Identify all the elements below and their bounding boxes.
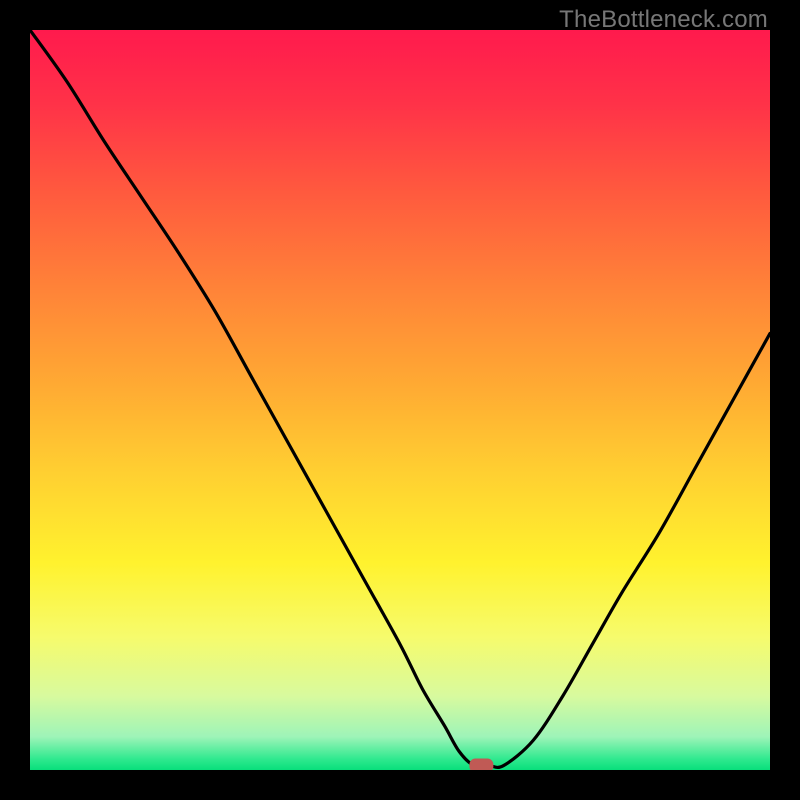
optimal-marker xyxy=(469,759,493,770)
gradient-background xyxy=(30,30,770,770)
bottleneck-chart xyxy=(30,30,770,770)
chart-frame: TheBottleneck.com xyxy=(0,0,800,800)
chart-plot-area xyxy=(30,30,770,770)
watermark-text: TheBottleneck.com xyxy=(559,6,768,34)
